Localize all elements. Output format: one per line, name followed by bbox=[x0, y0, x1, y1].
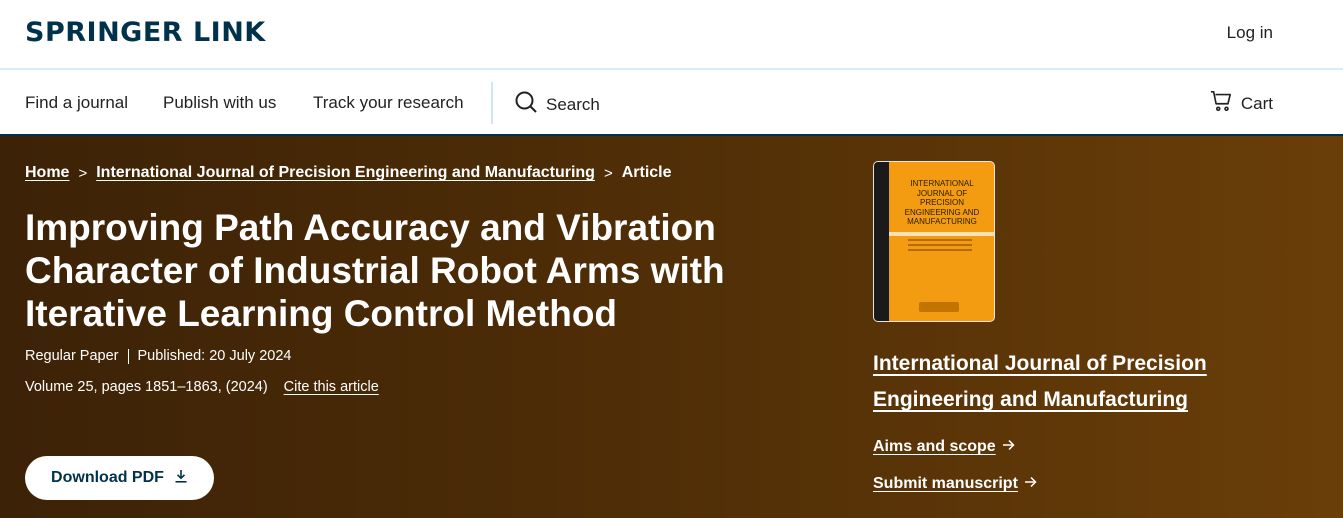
cover-spine bbox=[874, 162, 889, 321]
breadcrumb-separator-icon: > bbox=[78, 164, 88, 182]
download-pdf-button[interactable]: Download PDF bbox=[25, 456, 214, 500]
cover-band bbox=[889, 232, 994, 236]
article-hero: Home > International Journal of Precisio… bbox=[0, 136, 1343, 518]
submit-manuscript-label: Submit manuscript bbox=[873, 475, 1018, 492]
springer-cover-logo bbox=[919, 302, 959, 312]
download-pdf-label: Download PDF bbox=[51, 469, 164, 486]
search-button[interactable]: Search bbox=[514, 90, 600, 119]
breadcrumb-home[interactable]: Home bbox=[25, 164, 69, 182]
journal-title-link[interactable]: International Journal of Precision Engin… bbox=[873, 346, 1233, 418]
breadcrumb-separator-icon: > bbox=[603, 164, 613, 182]
download-icon bbox=[174, 469, 188, 488]
cite-article-link[interactable]: Cite this article bbox=[284, 379, 379, 395]
login-link[interactable]: Log in bbox=[1227, 22, 1273, 44]
journal-cover-image[interactable]: International Journal of Precision Engin… bbox=[873, 161, 995, 322]
main-nav: Find a journal Publish with us Track you… bbox=[0, 70, 1343, 136]
article-type: Regular Paper bbox=[25, 348, 119, 364]
submit-manuscript-link[interactable]: Submit manuscript bbox=[873, 475, 1037, 493]
breadcrumb: Home > International Journal of Precisio… bbox=[25, 164, 672, 182]
nav-divider bbox=[491, 82, 493, 124]
arrow-right-icon bbox=[1024, 475, 1037, 493]
search-label: Search bbox=[546, 94, 600, 114]
aims-scope-link[interactable]: Aims and scope bbox=[873, 438, 1015, 456]
nav-track-research[interactable]: Track your research bbox=[313, 92, 464, 114]
cart-label: Cart bbox=[1240, 93, 1273, 113]
arrow-right-icon bbox=[1002, 438, 1015, 456]
search-icon bbox=[514, 90, 538, 119]
nav-publish[interactable]: Publish with us bbox=[163, 92, 276, 114]
volume-pages: Volume 25, pages 1851–1863, (2024) bbox=[25, 379, 268, 395]
published-date: Published: 20 July 2024 bbox=[137, 348, 292, 364]
aims-scope-label: Aims and scope bbox=[873, 438, 996, 455]
site-header: SPRINGER LINK Log in bbox=[0, 0, 1343, 70]
breadcrumb-current: Article bbox=[621, 164, 672, 181]
springer-link-logo[interactable]: SPRINGER LINK bbox=[25, 17, 266, 49]
cover-lines bbox=[908, 239, 972, 254]
cover-title: International Journal of Precision Engin… bbox=[904, 179, 980, 226]
nav-find-journal[interactable]: Find a journal bbox=[25, 92, 128, 114]
cart-icon bbox=[1210, 90, 1232, 117]
article-meta: Regular Paper Published: 20 July 2024 bbox=[25, 348, 291, 364]
breadcrumb-journal[interactable]: International Journal of Precision Engin… bbox=[96, 164, 595, 182]
cart-button[interactable]: Cart bbox=[1210, 90, 1273, 117]
article-citation-meta: Volume 25, pages 1851–1863, (2024) Cite … bbox=[25, 379, 379, 395]
meta-divider bbox=[127, 348, 129, 364]
article-title: Improving Path Accuracy and Vibration Ch… bbox=[25, 207, 725, 334]
